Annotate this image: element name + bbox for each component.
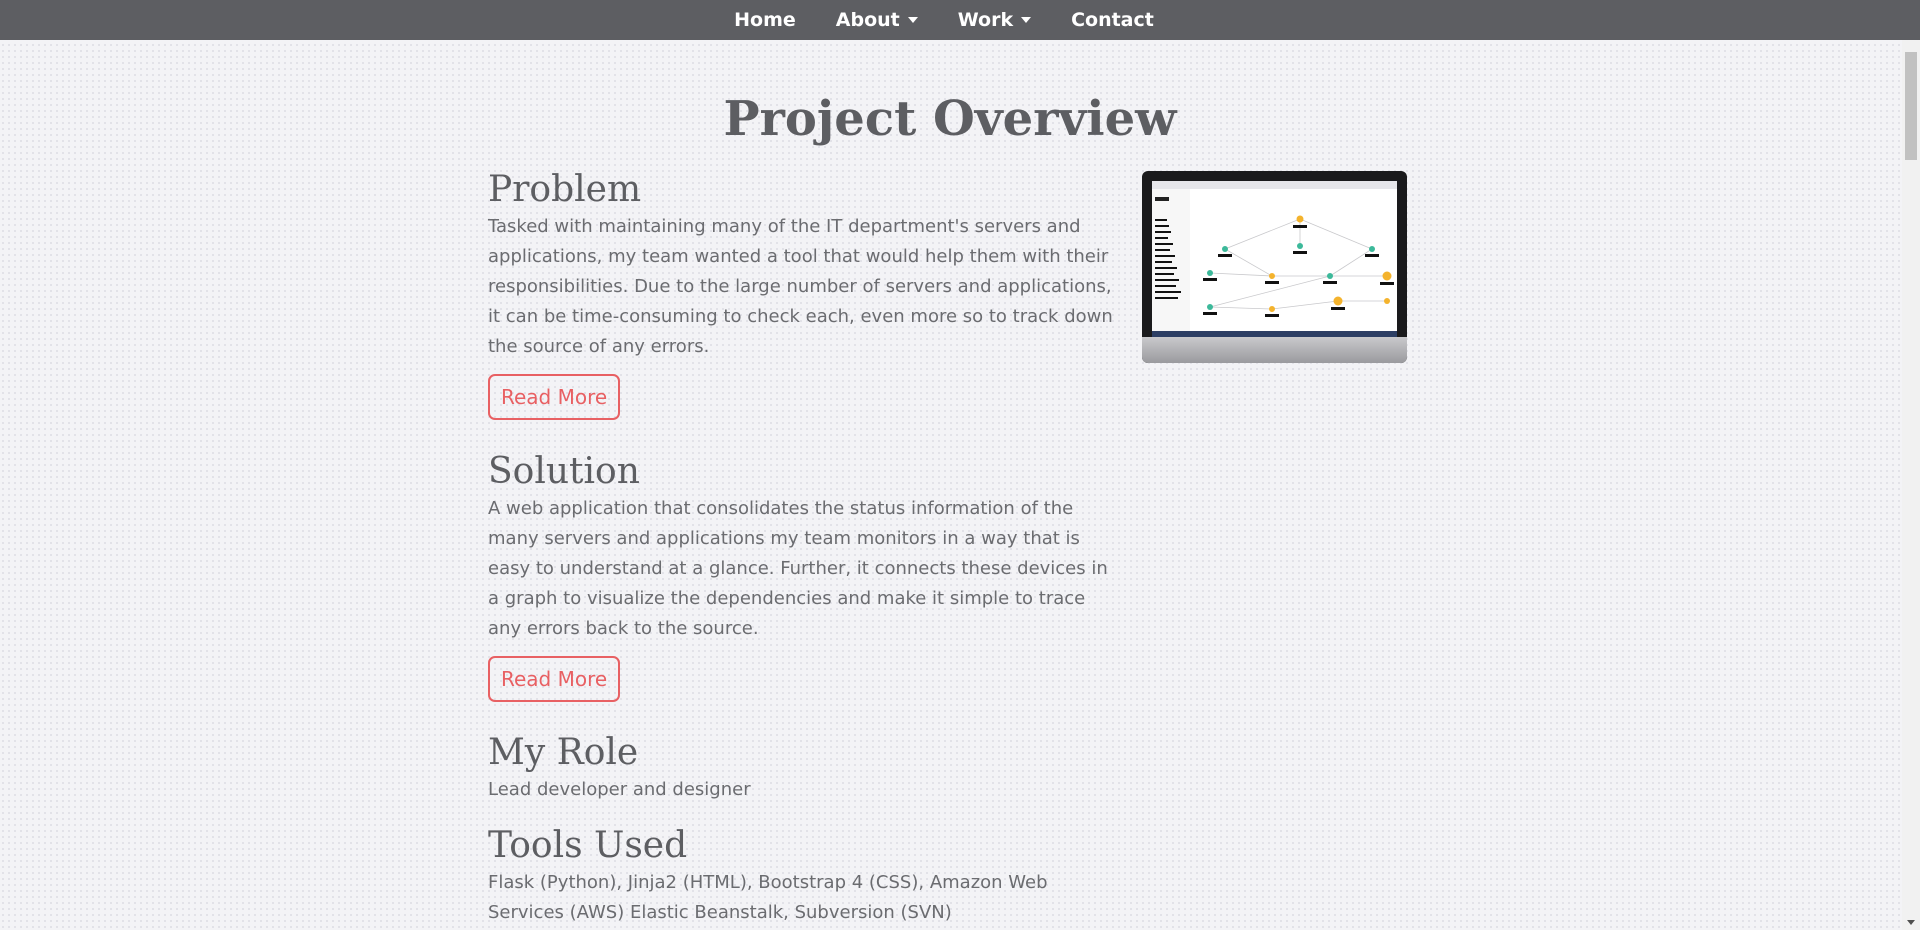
nav-item-contact-label: Contact <box>1071 9 1154 31</box>
nav-item-work-label: Work <box>957 9 1014 31</box>
role-text: Lead developer and designer <box>488 779 751 800</box>
tools-text: Flask (Python), Jinja2 (HTML), Bootstrap… <box>488 872 1048 923</box>
monitor-screen <box>1152 181 1397 337</box>
problem-text: Tasked with maintaining many of the IT d… <box>488 216 1113 357</box>
project-screenshot-image <box>1142 171 1407 363</box>
role-section: My Role Lead developer and designer <box>488 731 1120 805</box>
problem-heading: Problem <box>488 169 642 210</box>
nav-item-home[interactable]: Home <box>714 9 816 31</box>
problem-section: Problem Tasked with maintaining many of … <box>488 168 1120 420</box>
caret-down-icon <box>907 17 918 23</box>
solution-heading: Solution <box>488 451 640 492</box>
scroll-down-arrow-icon[interactable] <box>1907 920 1915 925</box>
monitor-graph <box>1203 215 1394 317</box>
solution-section: Solution A web application that consolid… <box>488 450 1120 702</box>
nav-item-about-label: About <box>835 9 900 31</box>
tools-section: Tools Used Flask (Python), Jinja2 (HTML)… <box>488 824 1120 928</box>
tools-heading: Tools Used <box>488 825 688 866</box>
role-heading: My Role <box>488 732 639 773</box>
solution-read-more-button[interactable]: Read More <box>488 656 621 702</box>
nav-item-about[interactable]: About <box>816 9 938 31</box>
caret-down-icon <box>1021 17 1032 23</box>
top-navbar: Home About Work Contact <box>0 0 1920 40</box>
problem-read-more-button[interactable]: Read More <box>488 374 621 420</box>
nav-list: Home About Work Contact <box>714 9 1174 31</box>
scrollbar-thumb[interactable] <box>1905 52 1917 160</box>
nav-item-home-label: Home <box>734 9 796 31</box>
nav-item-work[interactable]: Work <box>938 9 1051 31</box>
page-scrollbar[interactable] <box>1902 40 1920 930</box>
page-title: Project Overview <box>723 91 1177 147</box>
nav-item-contact[interactable]: Contact <box>1051 9 1174 31</box>
solution-text: A web application that consolidates the … <box>488 498 1108 639</box>
monitor-chin <box>1142 337 1407 363</box>
